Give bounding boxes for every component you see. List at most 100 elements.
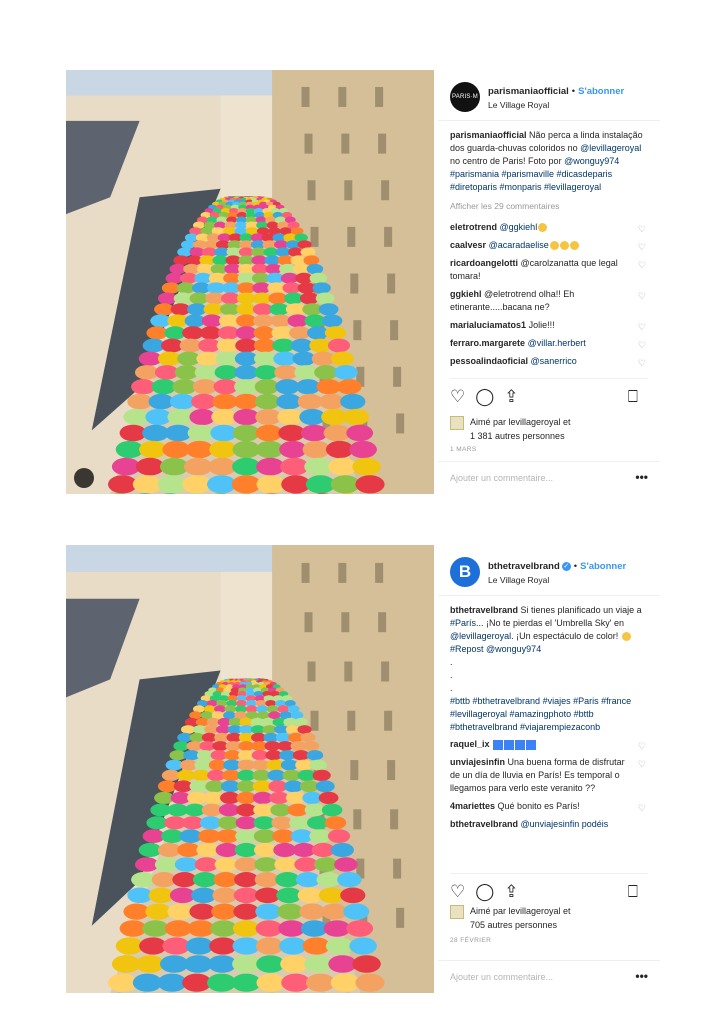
separator-dot: • — [571, 86, 576, 97]
bookmark-icon[interactable]: ⎕ — [628, 882, 638, 902]
heart-icon[interactable]: ♡ — [638, 290, 646, 303]
heart-icon[interactable]: ♡ — [638, 259, 646, 272]
likes-summary[interactable]: Aimé par levillageroyal et 705 autres pe… — [450, 905, 648, 931]
heart-icon[interactable]: ♡ — [638, 321, 646, 334]
comment: marialuciamatos1 Jolie!!! ♡ — [450, 319, 648, 332]
post-body: bthetravelbrand Si tienes planificado un… — [438, 596, 660, 831]
heart-icon[interactable]: ♡ — [450, 387, 465, 407]
comment-user[interactable]: eletrotrend — [450, 222, 497, 232]
comment-user[interactable]: unviajesinfin — [450, 757, 505, 767]
heart-icon[interactable]: ♡ — [450, 882, 465, 902]
add-comment-input[interactable]: Ajouter un commentaire... — [450, 972, 553, 982]
comment: ggkiehl @eletrotrend olha!! Eh etinerant… — [450, 288, 648, 314]
post-date: 28 FÉVRIER — [450, 937, 492, 944]
view-comments-link[interactable]: Afficher les 29 commentaires — [450, 200, 648, 213]
comment: raquel_ix ♡ — [450, 738, 648, 751]
caption-username[interactable]: parismaniaofficial — [450, 130, 527, 140]
share-icon[interactable]: ⇪ — [504, 882, 518, 902]
anchor-emoji-icon — [515, 739, 526, 750]
emoji-icon — [569, 241, 579, 251]
more-options-button[interactable]: ••• — [635, 969, 648, 983]
username[interactable]: parismaniaofficial — [488, 86, 569, 97]
comment: eletrotrend @ggkiehl ♡ — [450, 221, 648, 234]
caption-mention[interactable]: @levillageroyal — [580, 143, 641, 153]
likes-count[interactable]: 1 381 autres personnes — [470, 431, 565, 441]
comment-user[interactable]: 4mariettes — [450, 801, 495, 811]
caption: bthetravelbrand Si tienes planificado un… — [450, 604, 648, 734]
add-comment-input[interactable]: Ajouter un commentaire... — [450, 473, 553, 483]
caption-username[interactable]: bthetravelbrand — [450, 605, 518, 615]
action-bar: ♡ ◯ ⇪ ⎕ — [450, 378, 648, 413]
post-photo[interactable] — [66, 70, 434, 494]
heart-icon[interactable]: ♡ — [638, 357, 646, 370]
comment-user[interactable]: caalvesr — [450, 240, 486, 250]
avatar[interactable]: PARIS·M — [450, 82, 480, 112]
follow-button[interactable]: S'abonner — [578, 86, 624, 97]
caption-hashtag[interactable]: #París — [450, 618, 476, 628]
umbrella-street-image — [66, 70, 434, 494]
heart-icon[interactable]: ♡ — [638, 740, 646, 753]
comment-user[interactable]: ggkiehl — [450, 289, 482, 299]
post-panel: PARIS·M parismaniaofficial • S'abonner Le … — [438, 70, 660, 494]
likes-count[interactable]: 705 autres personnes — [470, 920, 557, 930]
caption-text-3: . ¡Un espectáculo de color! — [511, 631, 621, 641]
share-icon[interactable]: ⇪ — [504, 387, 518, 407]
post-header: PARIS·M parismaniaofficial • S'abonner Le … — [438, 70, 660, 121]
comment-user[interactable]: marialuciamatos1 — [450, 320, 526, 330]
user-tag-icon[interactable] — [74, 468, 94, 488]
action-bar: ♡ ◯ ⇪ ⎕ — [450, 873, 648, 908]
comment: bthetravelbrand @unviajesinfin podéis — [450, 818, 648, 831]
location-link[interactable]: Le Village Royal — [488, 575, 549, 585]
anchor-emoji-icon — [504, 739, 515, 750]
post-header: B bthetravelbrand ✓ • S'abonner Le Village … — [438, 545, 660, 596]
instagram-post-2: B bthetravelbrand ✓ • S'abonner Le Village … — [66, 545, 660, 993]
heart-icon[interactable]: ♡ — [638, 758, 646, 771]
instagram-post-1: PARIS·M parismaniaofficial • S'abonner Le … — [66, 70, 660, 494]
avatar-text: PARIS·M — [452, 94, 478, 100]
heart-icon[interactable]: ♡ — [638, 241, 646, 254]
emoji-icon — [549, 241, 559, 251]
follow-button[interactable]: S'abonner — [580, 561, 626, 572]
comment-text[interactable]: @villar.herbert — [528, 338, 586, 348]
comment: ricardoangelotti @carolzanatta que legal… — [450, 257, 648, 283]
comment-user[interactable]: ricardoangelotti — [450, 258, 518, 268]
caption-mention[interactable]: @levillageroyal — [450, 631, 511, 641]
heart-icon[interactable]: ♡ — [638, 339, 646, 352]
heart-icon[interactable]: ♡ — [638, 223, 646, 236]
heart-icon[interactable]: ♡ — [638, 802, 646, 815]
caption-repost[interactable]: #Repost @wonguy974 — [450, 644, 541, 654]
likes-summary[interactable]: Aimé par levillageroyal et 1 381 autres … — [450, 416, 648, 442]
rainbow-emoji-icon — [621, 632, 631, 642]
location-link[interactable]: Le Village Royal — [488, 100, 549, 110]
comment: 4mariettes Qué bonito es París! ♡ — [450, 800, 648, 813]
comment-user[interactable]: ferraro.margarete — [450, 338, 525, 348]
comment-icon[interactable]: ◯ — [475, 387, 494, 407]
caption-tags[interactable]: #bttb #bthetravelbrand #viajes #Paris #f… — [450, 696, 631, 732]
post-photo[interactable] — [66, 545, 434, 993]
more-options-button[interactable]: ••• — [635, 470, 648, 484]
liker-avatar — [450, 905, 464, 919]
username[interactable]: bthetravelbrand — [488, 561, 560, 572]
caption-dot: . — [450, 657, 453, 667]
post-body: parismaniaofficial Não perca a linda ins… — [438, 121, 660, 368]
comment-text[interactable]: @unviajesinfin podéis — [521, 819, 609, 829]
caption-text-2: no centro de Paris! Foto por — [450, 156, 565, 166]
comment-text[interactable]: @sanerrico — [531, 356, 577, 366]
avatar[interactable]: B — [450, 557, 480, 587]
comment: unviajesinfin Una buena forma de disfrut… — [450, 756, 648, 795]
comment-text[interactable]: @ggkiehl — [500, 222, 538, 232]
post-date: 1 MARS — [450, 446, 477, 453]
comment-text[interactable]: @acaradaelise — [489, 240, 549, 250]
avatar-text: B — [458, 562, 472, 581]
post-panel: B bthetravelbrand ✓ • S'abonner Le Village … — [438, 545, 660, 993]
bookmark-icon[interactable]: ⎕ — [628, 387, 638, 407]
liked-by-text: Aimé par levillageroyal et — [470, 417, 571, 427]
caption-text-2: ... ¡No te pierdas el 'Umbrella Sky' en — [476, 618, 625, 628]
caption-text: Si tienes planificado un viaje a — [520, 605, 642, 615]
anchor-emoji-icon — [526, 739, 537, 750]
comment-user[interactable]: bthetravelbrand — [450, 819, 518, 829]
comment-icon[interactable]: ◯ — [475, 882, 494, 902]
comment-user[interactable]: pessoalindaoficial — [450, 356, 528, 366]
comment-user[interactable]: raquel_ix — [450, 739, 490, 749]
anchor-emoji-icon — [493, 739, 504, 750]
